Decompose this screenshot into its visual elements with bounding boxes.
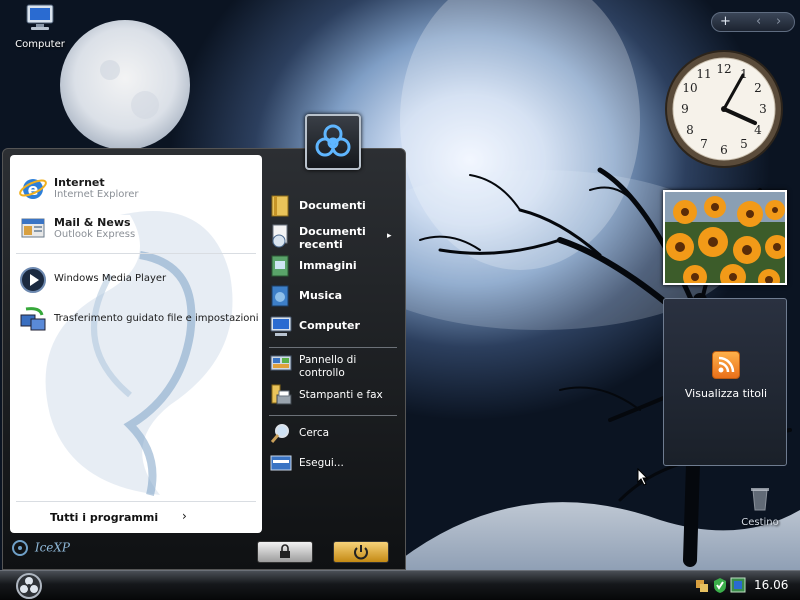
svg-text:5: 5 (740, 137, 748, 151)
places-recent-documents[interactable]: Documenti recenti (269, 223, 399, 251)
start-button[interactable] (14, 572, 44, 600)
svg-text:7: 7 (700, 137, 708, 151)
view-headlines-link[interactable]: Visualizza titoli (664, 387, 788, 400)
places-label: Cerca (299, 427, 330, 439)
svg-text:4: 4 (754, 123, 762, 137)
transfer-wizard-icon (20, 307, 46, 331)
recent-item-media-player[interactable]: Windows Media Player (18, 265, 248, 295)
run-icon (270, 455, 292, 471)
places-search[interactable]: Cerca (269, 421, 399, 449)
places-label: Musica (299, 289, 343, 302)
network-icon[interactable] (694, 576, 710, 594)
places-separator (269, 347, 397, 348)
recent-item-title: Trasferimento guidato file e impostazion… (54, 313, 259, 324)
chevron-right-icon: › (182, 509, 187, 523)
internet-explorer-icon: e (19, 179, 47, 199)
desktop-icon-label: Cestino (741, 517, 779, 528)
previous-page-button[interactable]: ‹ (756, 14, 761, 29)
pinned-item-title: Internet (54, 176, 105, 189)
power-icon (354, 545, 368, 560)
biohazard-icon (315, 124, 351, 157)
places-separator (269, 415, 397, 416)
recycle-bin-icon (751, 488, 769, 511)
music-folder-icon (271, 285, 289, 307)
svg-text:2: 2 (754, 81, 762, 95)
places-label: Documenti recenti (299, 225, 366, 251)
rss-feed-icon (712, 351, 740, 379)
desktop-icon-recycle-bin[interactable]: Cestino (736, 484, 784, 528)
recent-item-title: Windows Media Player (54, 273, 167, 284)
icexp-logo: IceXP (9, 539, 70, 557)
documents-folder-icon (271, 195, 289, 217)
svg-text:3: 3 (759, 102, 767, 116)
svg-text:6: 6 (720, 143, 728, 157)
pictures-folder-icon (271, 255, 289, 277)
recent-documents-icon (272, 224, 288, 248)
places-label: Stampanti e fax (299, 389, 383, 401)
places-label: Esegui... (299, 457, 344, 469)
programs-pane: e Internet Internet Explorer Mail & News… (10, 155, 262, 533)
printer-icon (271, 384, 292, 405)
volume-icon[interactable] (730, 576, 746, 594)
feed-headlines-gadget[interactable]: Visualizza titoli (663, 298, 787, 466)
control-panel-icon (270, 355, 292, 371)
svg-text:11: 11 (696, 67, 711, 81)
places-label: Documenti (299, 199, 366, 212)
start-menu: e Internet Internet Explorer Mail & News… (2, 148, 406, 570)
search-icon (270, 424, 289, 443)
lock-button[interactable] (257, 541, 313, 563)
clock-gadget[interactable]: 1212 345 678 91011 (663, 48, 785, 170)
desktop-icon-label: Computer (15, 39, 65, 50)
media-player-icon (20, 267, 46, 293)
places-music[interactable]: Musica (269, 283, 399, 311)
computer-icon (26, 4, 54, 30)
places-label: Computer (299, 319, 360, 332)
flower-photo (665, 192, 785, 283)
sidebar-toolbar: + ‹ › (711, 12, 795, 32)
submenu-arrow-icon: ▸ (387, 231, 392, 241)
places-pictures[interactable]: Immagini (269, 253, 399, 281)
lock-icon (280, 544, 290, 558)
power-button[interactable] (333, 541, 389, 563)
taskbar-clock[interactable]: 16.06 (754, 578, 788, 592)
add-gadget-button[interactable]: + (720, 14, 731, 29)
recent-item-transfer-wizard[interactable]: Trasferimento guidato file e impostazion… (18, 305, 259, 335)
computer-icon (270, 316, 292, 336)
svg-text:10: 10 (682, 81, 697, 95)
places-label: Immagini (299, 259, 357, 272)
pinned-item-mail[interactable]: Mail & News Outlook Express (18, 213, 248, 243)
pinned-item-subtitle: Internet Explorer (54, 189, 139, 200)
system-tray (690, 574, 750, 596)
pinned-item-subtitle: Outlook Express (54, 229, 136, 240)
slideshow-gadget[interactable] (663, 190, 787, 285)
places-control-panel[interactable]: Pannello di controllo (269, 351, 399, 379)
places-documents[interactable]: Documenti (269, 193, 399, 221)
outlook-express-icon (21, 218, 45, 238)
taskbar (0, 570, 800, 600)
desktop-icon-computer[interactable]: Computer (14, 2, 66, 50)
svg-text:9: 9 (681, 102, 689, 116)
mouse-pointer-icon (637, 468, 649, 486)
places-printers[interactable]: Stampanti e fax (269, 383, 399, 411)
pinned-item-internet[interactable]: e Internet Internet Explorer (18, 173, 248, 203)
all-programs-separator (16, 501, 256, 502)
security-icon[interactable] (712, 576, 728, 594)
svg-text:8: 8 (686, 123, 694, 137)
pinned-separator (16, 253, 256, 254)
svg-text:12: 12 (716, 62, 731, 76)
next-page-button[interactable]: › (776, 14, 781, 29)
places-run[interactable]: Esegui... (269, 451, 399, 479)
places-label: Pannello di controllo (299, 354, 357, 379)
menu-swirl-decoration (45, 211, 233, 496)
brand-text: IceXP (34, 540, 71, 555)
places-computer[interactable]: Computer (269, 313, 399, 341)
pinned-item-title: Mail & News (54, 216, 131, 229)
all-programs-button[interactable]: Tutti i programmi (50, 511, 158, 524)
user-account-picture[interactable] (305, 114, 361, 170)
